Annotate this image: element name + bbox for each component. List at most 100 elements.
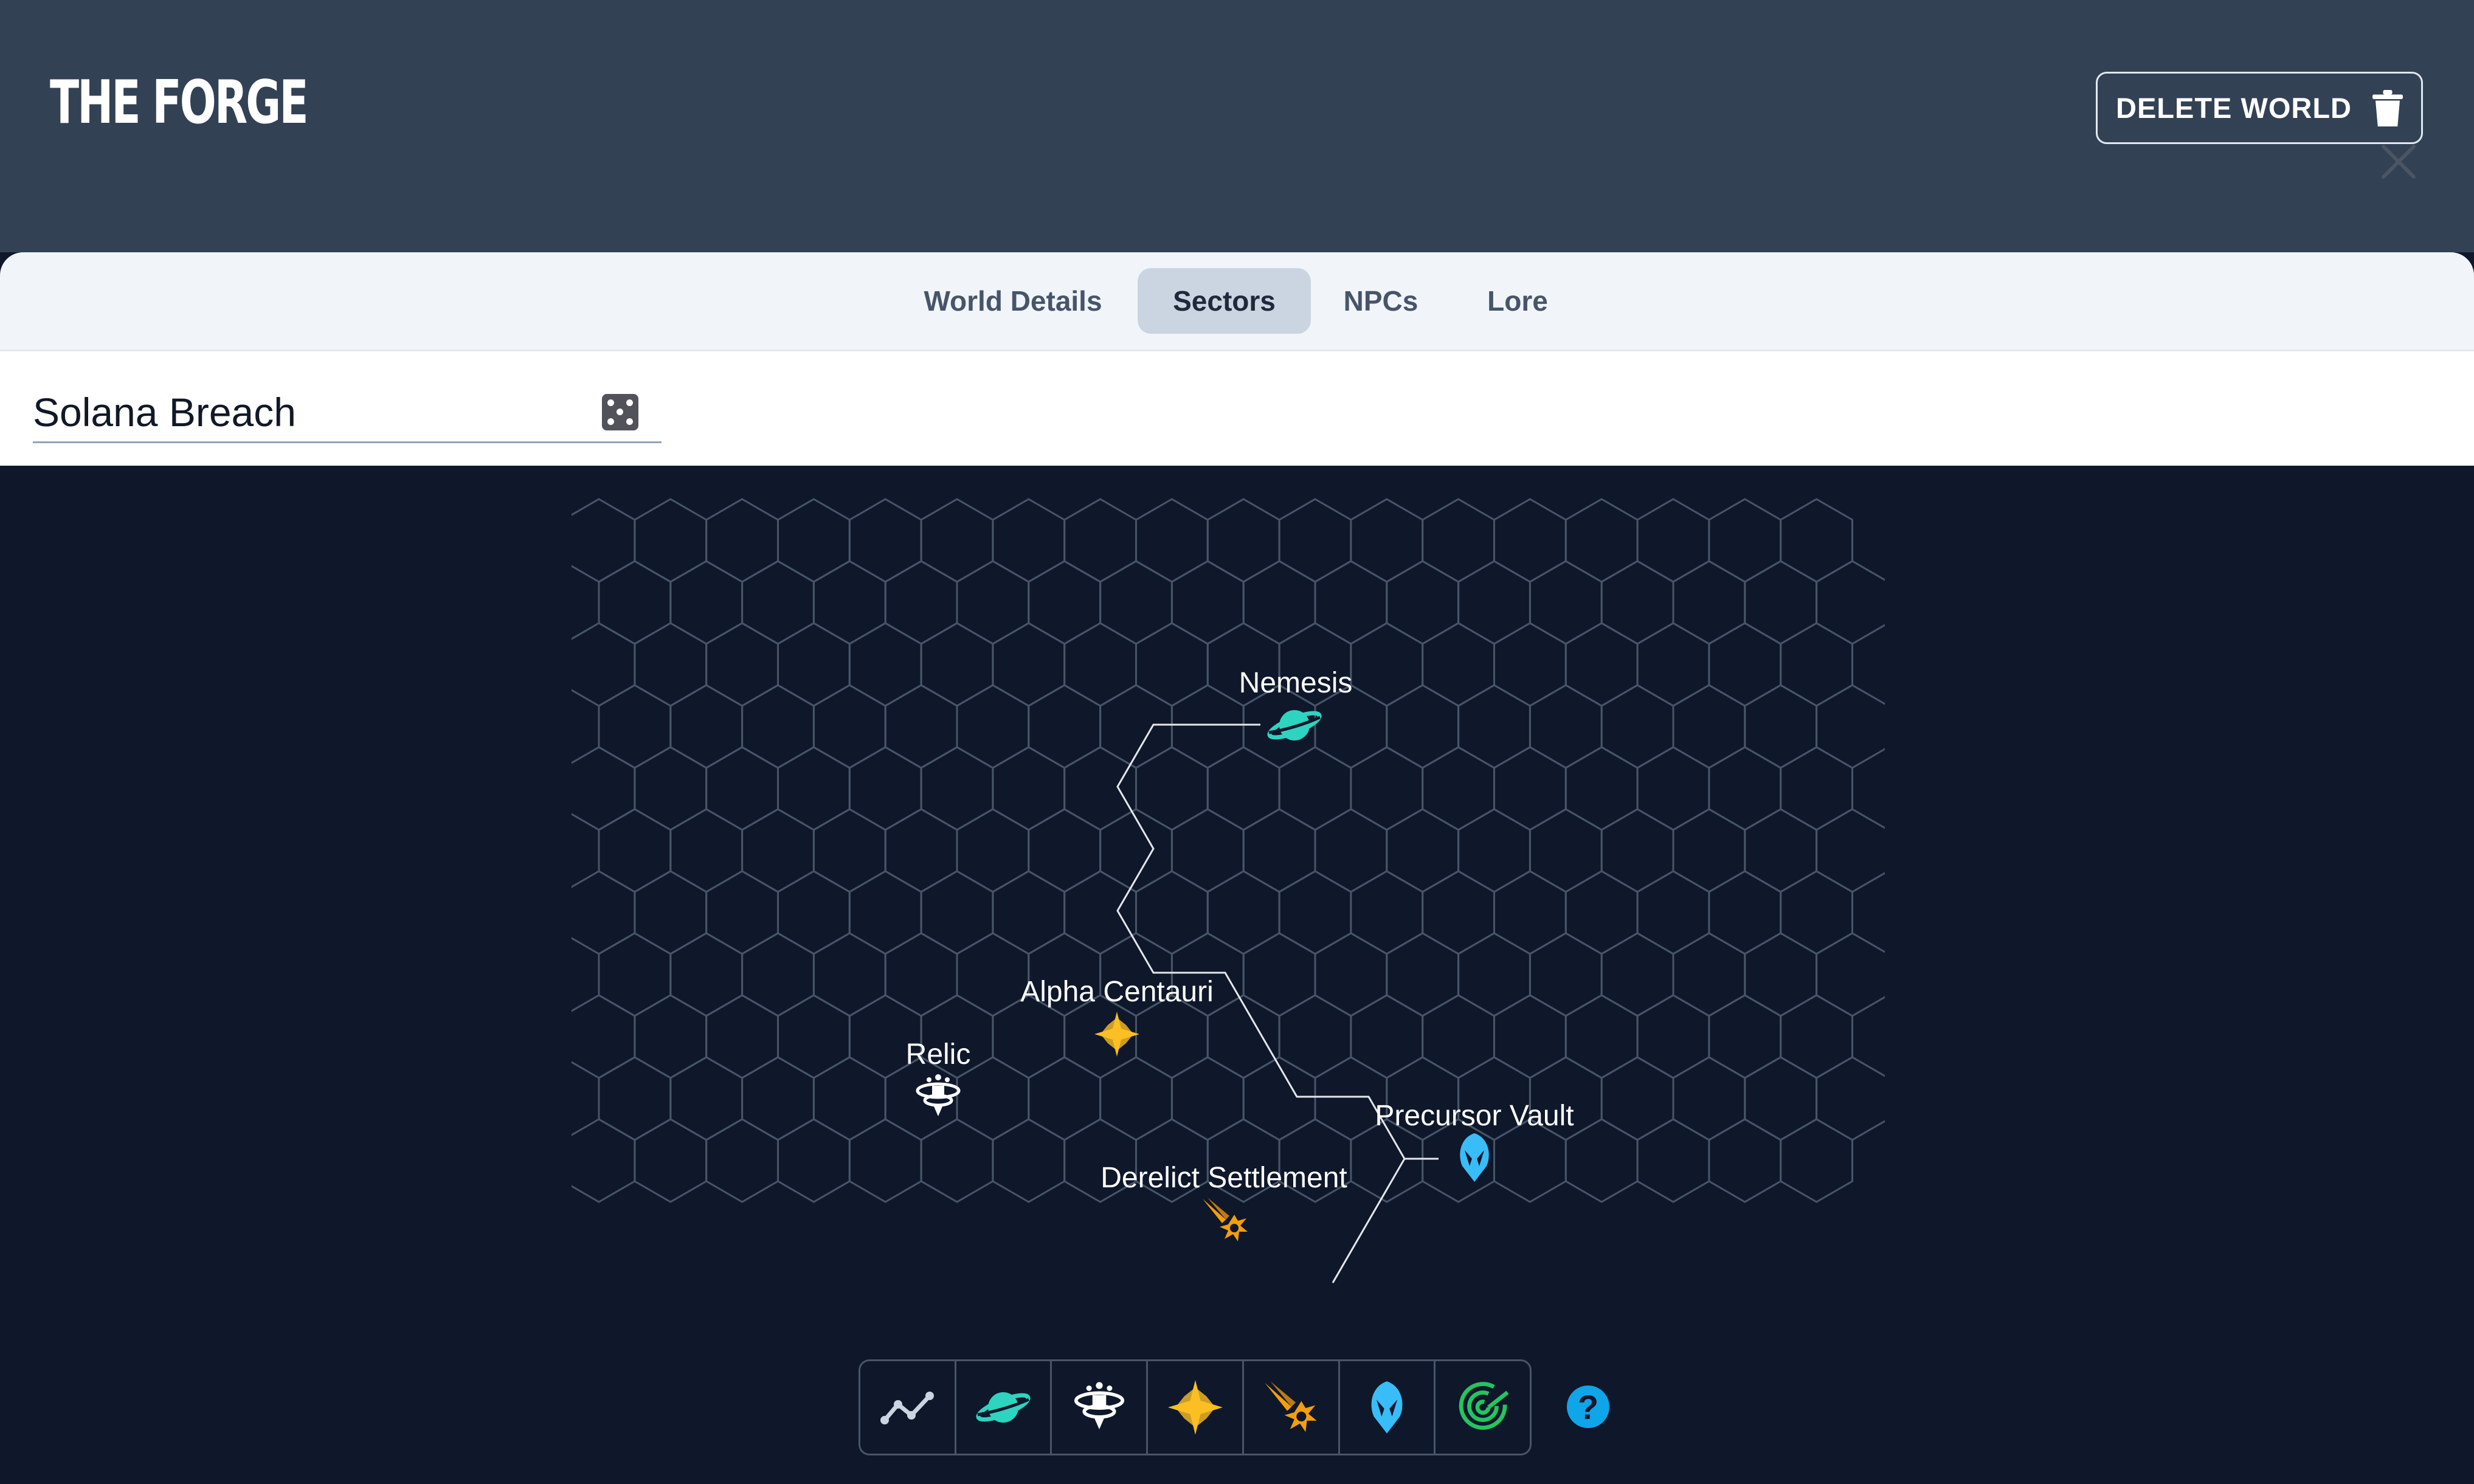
hex-cell[interactable] bbox=[1314, 808, 1388, 893]
hex-cell[interactable] bbox=[1672, 932, 1746, 1017]
hex-cell[interactable] bbox=[1135, 498, 1209, 583]
hex-cell[interactable] bbox=[1350, 994, 1424, 1079]
hex-cell[interactable] bbox=[572, 870, 636, 955]
hex-cell[interactable] bbox=[1780, 994, 1853, 1079]
hex-cell[interactable] bbox=[1457, 932, 1531, 1017]
hex-cell[interactable] bbox=[1242, 808, 1316, 893]
path-tool[interactable] bbox=[860, 1361, 956, 1454]
hex-cell[interactable] bbox=[777, 1118, 851, 1203]
hex-cell[interactable] bbox=[848, 870, 922, 955]
hex-cell[interactable] bbox=[1278, 994, 1352, 1079]
hex-cell[interactable] bbox=[1386, 684, 1460, 769]
hex-cell[interactable] bbox=[1780, 746, 1853, 831]
hex-cell[interactable] bbox=[598, 932, 672, 1017]
hex-cell[interactable] bbox=[634, 746, 708, 831]
hex-cell[interactable] bbox=[741, 932, 815, 1017]
hex-cell[interactable] bbox=[1744, 808, 1818, 893]
space-station-icon[interactable] bbox=[916, 1072, 961, 1121]
hex-cell[interactable] bbox=[992, 870, 1066, 955]
hex-cell[interactable] bbox=[1206, 994, 1280, 1079]
planet-icon[interactable] bbox=[1267, 704, 1322, 747]
hex-cell[interactable] bbox=[884, 808, 958, 893]
hex-cell[interactable] bbox=[1028, 560, 1102, 645]
hex-cell[interactable] bbox=[598, 1056, 672, 1141]
star-tool[interactable] bbox=[1148, 1361, 1244, 1454]
hex-cell[interactable] bbox=[884, 684, 958, 769]
hex-cell[interactable] bbox=[1135, 870, 1209, 955]
hex-cell[interactable] bbox=[1493, 498, 1567, 583]
hex-cell[interactable] bbox=[1529, 932, 1603, 1017]
hex-cell[interactable] bbox=[884, 560, 958, 645]
creature-tool[interactable] bbox=[1436, 1361, 1530, 1454]
hex-cell[interactable] bbox=[1350, 498, 1424, 583]
derelict-icon[interactable] bbox=[1201, 1196, 1249, 1244]
hex-cell[interactable] bbox=[1422, 870, 1495, 955]
hex-cell[interactable] bbox=[1600, 808, 1674, 893]
hex-cell[interactable] bbox=[1135, 622, 1209, 707]
hex-cell[interactable] bbox=[920, 746, 994, 831]
hex-cell[interactable] bbox=[634, 498, 708, 583]
hex-cell[interactable] bbox=[812, 932, 886, 1017]
hex-cell[interactable] bbox=[669, 1056, 744, 1141]
close-icon[interactable] bbox=[2380, 143, 2417, 181]
hex-cell[interactable] bbox=[812, 1056, 886, 1141]
hex-cell[interactable] bbox=[1600, 932, 1674, 1017]
hex-cell[interactable] bbox=[1457, 560, 1531, 645]
hex-cell[interactable] bbox=[1350, 870, 1424, 955]
hex-cell[interactable] bbox=[741, 560, 815, 645]
hex-cell[interactable] bbox=[848, 622, 922, 707]
hex-cell[interactable] bbox=[741, 1056, 815, 1141]
hex-cell[interactable] bbox=[1816, 560, 1885, 645]
hex-cell[interactable] bbox=[1386, 932, 1460, 1017]
hex-cell[interactable] bbox=[1063, 870, 1137, 955]
hex-cell[interactable] bbox=[1744, 932, 1818, 1017]
hex-cell[interactable] bbox=[848, 1118, 922, 1203]
hex-cell[interactable] bbox=[848, 746, 922, 831]
planet-tool[interactable] bbox=[956, 1361, 1052, 1454]
hex-cell[interactable] bbox=[812, 808, 886, 893]
hex-cell[interactable] bbox=[812, 684, 886, 769]
hex-cell[interactable] bbox=[1099, 1056, 1173, 1141]
hex-cell[interactable] bbox=[1636, 870, 1710, 955]
hex-cell[interactable] bbox=[1422, 746, 1495, 831]
hex-cell[interactable] bbox=[705, 622, 779, 707]
hex-cell[interactable] bbox=[1242, 1056, 1316, 1141]
tab-lore[interactable]: Lore bbox=[1470, 268, 1565, 334]
hex-cell[interactable] bbox=[1564, 1118, 1639, 1203]
hex-cell[interactable] bbox=[1206, 870, 1280, 955]
hex-cell[interactable] bbox=[1708, 622, 1782, 707]
hex-cell[interactable] bbox=[1278, 746, 1352, 831]
hex-cell[interactable] bbox=[1672, 684, 1746, 769]
hex-cell[interactable] bbox=[634, 622, 708, 707]
hex-cell[interactable] bbox=[1028, 1056, 1102, 1141]
hex-cell[interactable] bbox=[1063, 622, 1137, 707]
hex-cell[interactable] bbox=[1636, 498, 1710, 583]
hex-cell[interactable] bbox=[1242, 932, 1316, 1017]
hex-cell[interactable] bbox=[777, 498, 851, 583]
hex-cell[interactable] bbox=[1564, 622, 1639, 707]
hex-cell[interactable] bbox=[1529, 560, 1603, 645]
hex-cell[interactable] bbox=[1636, 622, 1710, 707]
hex-cell[interactable] bbox=[705, 746, 779, 831]
hex-cell[interactable] bbox=[1206, 746, 1280, 831]
hex-cell[interactable] bbox=[1816, 684, 1885, 769]
star-icon[interactable] bbox=[1094, 1012, 1139, 1057]
hex-cell[interactable] bbox=[1278, 870, 1352, 955]
hex-cell[interactable] bbox=[1028, 684, 1102, 769]
hex-cell[interactable] bbox=[1564, 994, 1639, 1079]
hex-cell[interactable] bbox=[1457, 808, 1531, 893]
vault-tool[interactable] bbox=[1340, 1361, 1436, 1454]
hex-cell[interactable] bbox=[1457, 684, 1531, 769]
hex-cell[interactable] bbox=[1780, 1118, 1853, 1203]
hex-cell[interactable] bbox=[634, 1118, 708, 1203]
hex-cell[interactable] bbox=[669, 932, 744, 1017]
hex-cell[interactable] bbox=[992, 746, 1066, 831]
hex-cell[interactable] bbox=[669, 684, 744, 769]
hex-cell[interactable] bbox=[956, 560, 1030, 645]
hex-cell[interactable] bbox=[1708, 498, 1782, 583]
hex-cell[interactable] bbox=[705, 1118, 779, 1203]
hex-cell[interactable] bbox=[1708, 1118, 1782, 1203]
hex-cell[interactable] bbox=[572, 994, 636, 1079]
hex-cell[interactable] bbox=[848, 498, 922, 583]
hex-cell[interactable] bbox=[1170, 808, 1245, 893]
